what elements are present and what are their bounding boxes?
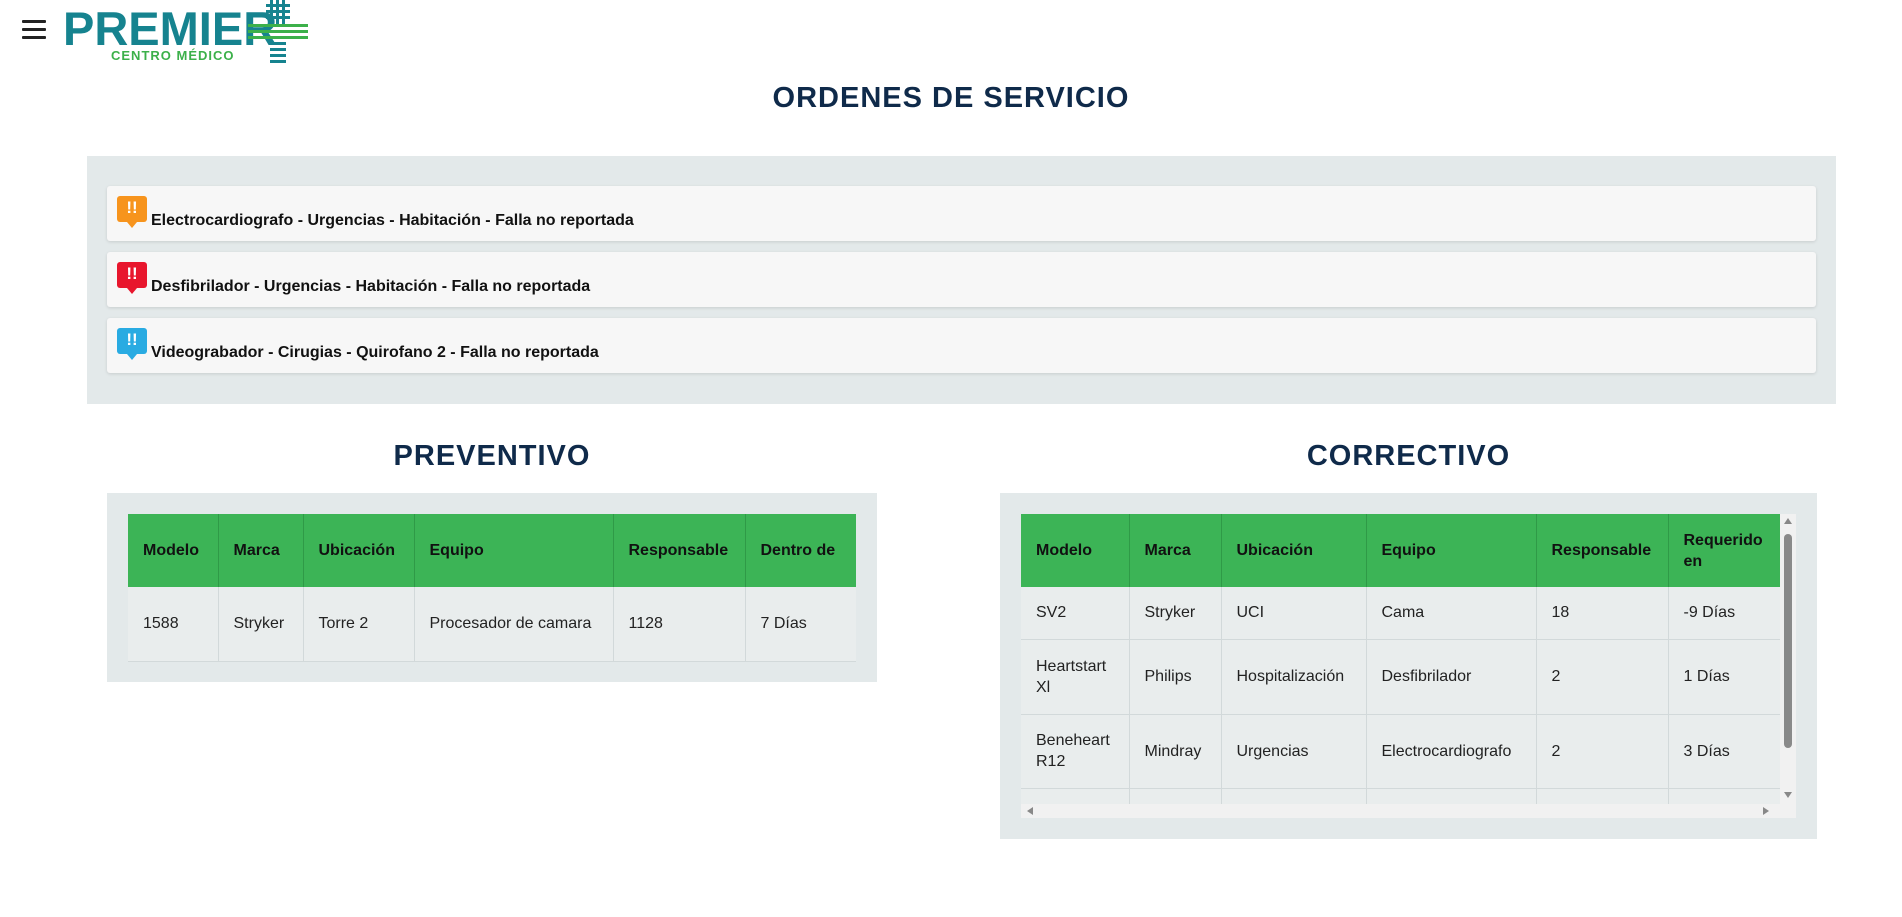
scroll-right-icon[interactable] [1763,807,1769,815]
header: PREMIER CENTRO MÉDICO [0,0,1902,70]
cell: UCI [1221,587,1367,640]
col-header[interactable]: Responsable [613,514,746,587]
alert-item[interactable]: !! Videograbador - Cirugias - Quirofano … [107,318,1816,373]
alert-icon: !! [117,196,147,228]
cell: Hospitalización [1221,639,1367,715]
cell: Urgencias [1221,714,1367,789]
col-header[interactable]: Dentro de [745,514,856,587]
cell: Electrocardiografo [1366,714,1537,789]
cell: 7 Días [745,587,856,662]
cell: 1588 [128,587,219,662]
col-header[interactable]: Responsable [1536,514,1669,587]
cell: 2 [1536,714,1669,789]
alert-text: Videograbador - Cirugias - Quirofano 2 -… [151,344,599,361]
cell: 18 [1536,587,1669,640]
table-row[interactable]: SV2 Stryker UCI Cama 18 -9 Días [1021,587,1781,640]
cell: Heartstart Xl [1021,639,1130,715]
cell: Torre 2 [303,587,415,662]
menu-icon[interactable] [22,20,46,40]
scroll-up-icon[interactable] [1784,518,1792,524]
logo-cross-icon [248,0,308,63]
correctivo-table: Modelo Marca Ubicación Equipo Responsabl… [1021,514,1781,818]
col-header[interactable]: Equipo [414,514,614,587]
scroll-down-icon[interactable] [1784,792,1792,798]
col-header[interactable]: Marca [218,514,304,587]
cell: Cama [1366,587,1537,640]
cell: 3 Días [1668,714,1781,789]
col-header[interactable]: Modelo [128,514,219,587]
correctivo-panel: Modelo Marca Ubicación Equipo Responsabl… [1000,493,1817,839]
alert-text: Electrocardiografo - Urgencias - Habitac… [151,212,634,229]
table-row[interactable]: Beneheart R12 Mindray Urgencias Electroc… [1021,714,1781,789]
page-title: ORDENES DE SERVICIO [772,82,1130,114]
cell: Philips [1129,639,1222,715]
col-header[interactable]: Ubicación [303,514,415,587]
logo[interactable]: PREMIER CENTRO MÉDICO [63,0,313,68]
alert-icon: !! [117,262,147,294]
alert-text: Desfibrilador - Urgencias - Habitación -… [151,278,591,295]
cell: Desfibrilador [1366,639,1537,715]
col-header[interactable]: Ubicación [1221,514,1367,587]
preventivo-table: Modelo Marca Ubicación Equipo Responsabl… [128,514,856,662]
cell: 2 [1536,639,1669,715]
horizontal-scrollbar[interactable] [1021,804,1796,818]
col-header[interactable]: Marca [1129,514,1222,587]
alert-item[interactable]: !! Electrocardiografo - Urgencias - Habi… [107,186,1816,241]
cell: Stryker [218,587,304,662]
cell: Stryker [1129,587,1222,640]
col-header[interactable]: Equipo [1366,514,1537,587]
correctivo-title: CORRECTIVO [1306,440,1511,472]
correctivo-scroll-area[interactable]: Modelo Marca Ubicación Equipo Responsabl… [1021,514,1796,818]
cell: Procesador de camara [414,587,614,662]
preventivo-panel: Modelo Marca Ubicación Equipo Responsabl… [107,493,877,682]
alert-icon: !! [117,328,147,360]
logo-subtext: CENTRO MÉDICO [111,48,235,63]
vertical-scroll-thumb[interactable] [1784,534,1792,748]
cell: -9 Días [1668,587,1781,640]
cell: SV2 [1021,587,1130,640]
cell: 1 Días [1668,639,1781,715]
scroll-left-icon[interactable] [1027,807,1033,815]
preventivo-title: PREVENTIVO [393,440,591,472]
cell: 1128 [613,587,746,662]
cell: Mindray [1129,714,1222,789]
alert-item[interactable]: !! Desfibrilador - Urgencias - Habitació… [107,252,1816,307]
col-header[interactable]: Requerido en [1668,514,1781,587]
table-row[interactable]: Heartstart Xl Philips Hospitalización De… [1021,639,1781,715]
table-row[interactable]: 1588 Stryker Torre 2 Procesador de camar… [128,587,856,662]
vertical-scrollbar[interactable] [1780,514,1796,804]
cell: Beneheart R12 [1021,714,1130,789]
alerts-panel: !! Electrocardiografo - Urgencias - Habi… [87,156,1836,404]
col-header[interactable]: Modelo [1021,514,1130,587]
